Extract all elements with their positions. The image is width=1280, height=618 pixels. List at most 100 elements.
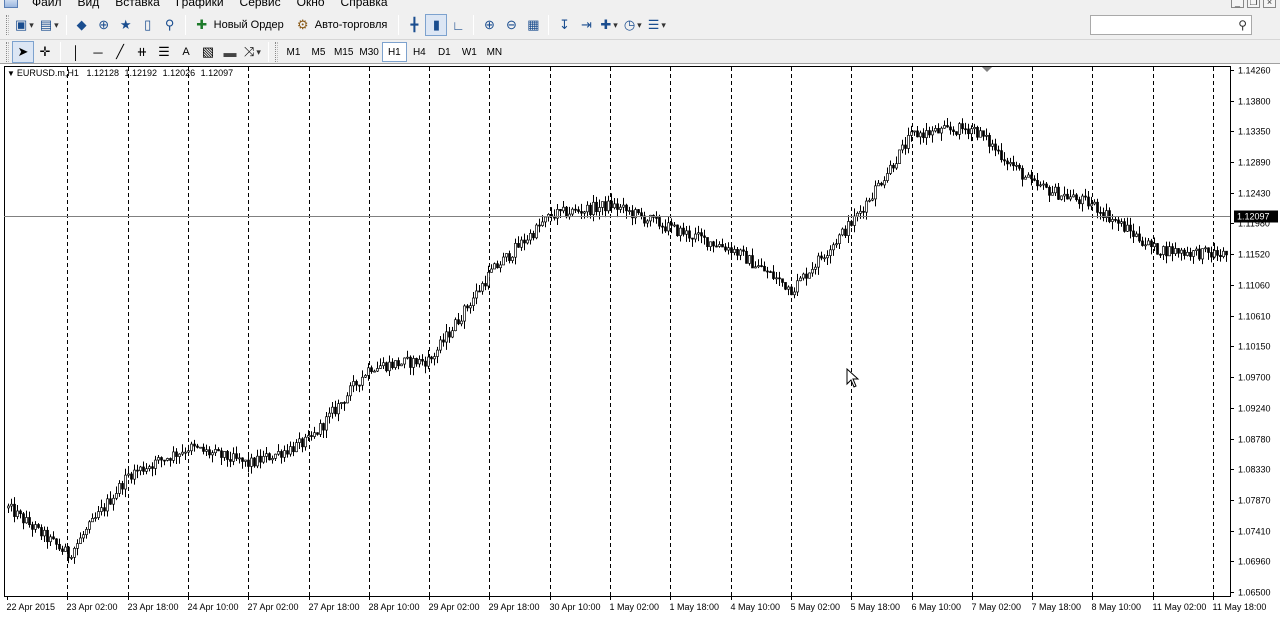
- timeframe-m1[interactable]: M1: [281, 42, 306, 62]
- bar-chart-button[interactable]: ╋: [403, 14, 425, 36]
- new-order-button[interactable]: ✚ Новый Ордер: [190, 14, 291, 36]
- timeframe-w1[interactable]: W1: [457, 42, 482, 62]
- bear-candle: [1036, 179, 1039, 187]
- search-input[interactable]: [1091, 16, 1231, 34]
- menu-window[interactable]: Окно: [289, 0, 333, 9]
- bear-candle: [625, 204, 628, 212]
- data-window-button[interactable]: ⊕: [93, 14, 115, 36]
- timeframe-m5[interactable]: M5: [306, 42, 331, 62]
- line-chart-button[interactable]: ∟: [447, 14, 469, 36]
- candlestick-button[interactable]: ▮: [425, 14, 448, 36]
- market-watch-button[interactable]: ◆: [71, 14, 93, 36]
- strategy-tester-button[interactable]: ⚲: [159, 14, 181, 36]
- toolbar-grip[interactable]: [274, 42, 278, 62]
- timeframe-h1[interactable]: H1: [381, 42, 407, 62]
- rectangle-button[interactable]: ▬: [219, 41, 241, 63]
- bull-candle: [481, 283, 484, 292]
- bear-candle: [1159, 253, 1162, 256]
- trendline-button[interactable]: ╱: [109, 41, 131, 63]
- timeframe-mn[interactable]: MN: [482, 42, 507, 62]
- bull-candle: [802, 273, 805, 279]
- bull-candle: [775, 277, 778, 280]
- zoom-in-button[interactable]: ⊕: [478, 14, 500, 36]
- navigator-button[interactable]: ★: [115, 14, 137, 36]
- chart-collapse-icon[interactable]: ▼: [7, 69, 15, 78]
- bull-candle: [607, 200, 610, 212]
- timeframe-m15[interactable]: M15: [331, 42, 356, 62]
- bear-candle: [508, 253, 511, 261]
- text-label-button[interactable]: ▧: [197, 41, 219, 63]
- toolbar-separator: [473, 15, 475, 35]
- bear-candle: [988, 135, 991, 147]
- restore-icon[interactable]: ❐: [1247, 0, 1260, 8]
- bull-candle: [244, 459, 247, 462]
- indicators-button[interactable]: ✚: [597, 14, 620, 36]
- horizontal-line-button[interactable]: ─: [87, 41, 109, 63]
- toolbar-grip[interactable]: [6, 42, 9, 62]
- zoom-out-button[interactable]: ⊖: [500, 14, 522, 36]
- bear-candle: [1183, 249, 1186, 256]
- menu-view[interactable]: Вид: [70, 0, 108, 9]
- timeframe-m30[interactable]: M30: [356, 42, 381, 62]
- bull-candle: [931, 130, 934, 136]
- bull-candle: [799, 277, 802, 282]
- bull-candle: [1081, 195, 1084, 205]
- cursor-button[interactable]: ➤: [12, 41, 34, 63]
- bull-candle: [436, 349, 439, 357]
- bear-candle: [1141, 240, 1144, 246]
- arrows-button[interactable]: ⤨: [241, 41, 264, 63]
- text-button[interactable]: A: [175, 41, 197, 63]
- toolbar-grip[interactable]: [6, 15, 9, 35]
- equidistant-channel-button[interactable]: ⧺: [131, 41, 153, 63]
- timeframe-d1[interactable]: D1: [432, 42, 457, 62]
- chart-window[interactable]: 22 Apr 2015 23 Apr 02:00 23 Apr 18:00 24 Ap…: [0, 64, 1280, 618]
- new-chart-button[interactable]: ▣: [12, 14, 37, 36]
- profiles-button[interactable]: ▤: [37, 14, 62, 36]
- bull-candle: [1090, 203, 1093, 207]
- tile-windows-button[interactable]: ▦: [522, 14, 544, 36]
- y-tick-label: 1.12890: [1238, 158, 1271, 168]
- bull-candle: [124, 474, 127, 490]
- search-icon[interactable]: ⚲: [1238, 18, 1247, 32]
- bull-candle: [796, 280, 799, 293]
- close-icon[interactable]: ×: [1263, 0, 1276, 8]
- bear-candle: [1030, 174, 1033, 180]
- bear-candle: [538, 224, 541, 227]
- bear-candle: [559, 209, 562, 212]
- app-icon[interactable]: [4, 0, 18, 8]
- bull-candle: [1015, 164, 1018, 167]
- chart-shift-button[interactable]: ⇥: [575, 14, 597, 36]
- fibonacci-button[interactable]: ☰: [153, 41, 175, 63]
- bear-candle: [208, 449, 211, 456]
- menu-help[interactable]: Справка: [333, 0, 396, 9]
- channel-icon: ⧺: [136, 44, 148, 59]
- x-tick-label: 1 May 18:00: [670, 602, 720, 612]
- bear-candle: [682, 227, 685, 235]
- periods-button[interactable]: ◷: [621, 14, 645, 36]
- bull-candle: [1135, 233, 1138, 237]
- bull-candle: [274, 453, 277, 459]
- templates-button[interactable]: ☰: [645, 14, 669, 36]
- timeframe-h4[interactable]: H4: [407, 42, 432, 62]
- bull-candle: [979, 130, 982, 138]
- vertical-line-button[interactable]: │: [65, 41, 87, 63]
- terminal-button[interactable]: ▯: [137, 14, 159, 36]
- menu-insert[interactable]: Вставка: [107, 0, 168, 9]
- y-tick-label: 1.09700: [1238, 373, 1271, 383]
- toolbar-separator: [65, 15, 67, 35]
- menu-charts[interactable]: Графики: [168, 0, 232, 9]
- bear-candle: [109, 498, 112, 505]
- standard-toolbar: ▣ ▤ ◆ ⊕ ★ ▯ ⚲ ✚ Новый Ордер ⚙ Авто-торговл…: [0, 10, 1280, 40]
- horizontal-line-icon: ─: [93, 44, 103, 60]
- minimize-icon[interactable]: _: [1231, 0, 1244, 8]
- menu-tools[interactable]: Сервис: [232, 0, 289, 9]
- bull-candle: [1120, 221, 1123, 224]
- bear-candle: [997, 149, 1000, 152]
- crosshair-button[interactable]: ✛: [34, 41, 56, 63]
- price-chart[interactable]: 22 Apr 2015 23 Apr 02:00 23 Apr 18:00 24 Ap…: [0, 64, 1280, 618]
- y-tick-label: 1.09240: [1238, 404, 1271, 414]
- auto-scroll-button[interactable]: ↧: [553, 14, 575, 36]
- menu-file[interactable]: Файл: [24, 0, 70, 9]
- auto-trading-button[interactable]: ⚙ Авто-торговля: [291, 14, 395, 36]
- bull-candle: [907, 135, 910, 149]
